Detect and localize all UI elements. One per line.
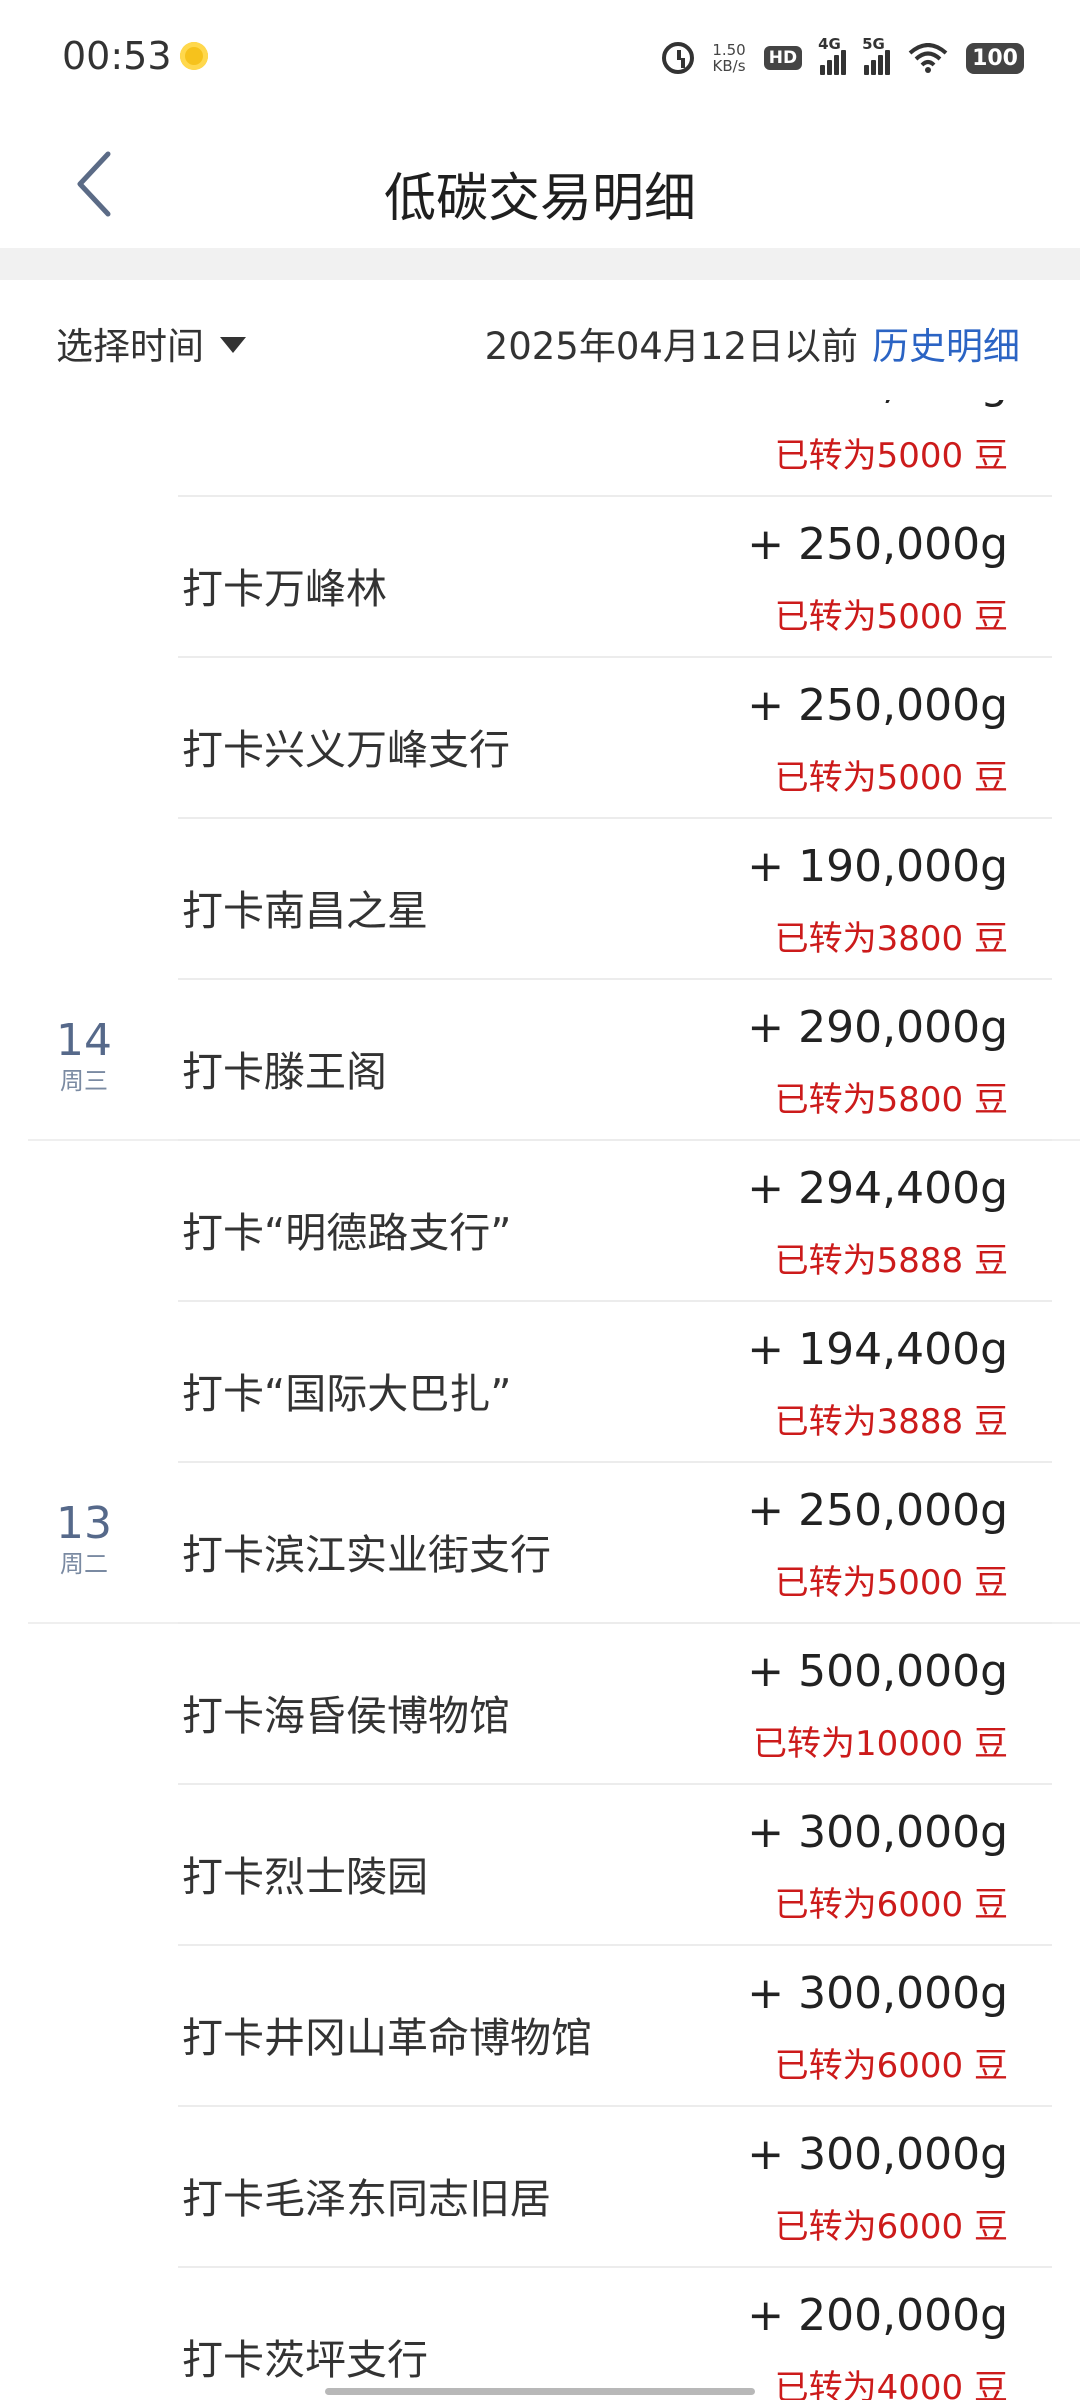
alarm-icon: [662, 42, 695, 74]
transaction-date: [28, 497, 140, 657]
filter-bar: 选择时间 2025年04月12日以前 历史明细: [0, 280, 1080, 400]
coin-notification-icon: [180, 42, 208, 70]
transaction-beans: 已转为5000 豆: [774, 597, 1008, 637]
transaction-title: 打卡“国际大巴扎”: [182, 1370, 512, 1418]
status-time: 00:53: [62, 34, 172, 78]
transaction-beans: 已转为3800 豆: [774, 919, 1008, 959]
transaction-row[interactable]: 打卡“国际大巴扎” + 194,400g 已转为3888 豆: [0, 1302, 1080, 1463]
status-icons: 1.50 KB/s HD 4G 5G 100: [662, 35, 1024, 80]
transaction-title: 打卡滕王阁: [182, 1048, 387, 1096]
transaction-amount: + 290,000g: [747, 1002, 1008, 1053]
transaction-title: 打卡毛泽东同志旧居: [182, 2175, 551, 2223]
transaction-date: [28, 2268, 140, 2400]
home-indicator[interactable]: [325, 2388, 755, 2395]
filter-summary: 2025年04月12日以前 历史明细: [485, 316, 1020, 370]
history-detail-link[interactable]: 历史明细: [872, 316, 1020, 370]
transaction-beans: 已转为6000 豆: [774, 1885, 1008, 1925]
transaction-title: 打卡烈士陵园: [182, 1853, 428, 1901]
transaction-title: 打卡南昌之星: [182, 887, 428, 935]
transaction-date: 14 周三: [28, 980, 140, 1140]
page-title: 低碳交易明细: [383, 169, 696, 229]
hd-voice-icon: HD: [763, 46, 803, 70]
transaction-row[interactable]: 打卡南昌之星 + 190,000g 已转为3800 豆: [0, 819, 1080, 980]
transaction-amount: + 194,400g: [747, 1324, 1008, 1375]
transaction-row[interactable]: 打卡烈士陵园 + 300,000g 已转为6000 豆: [0, 1785, 1080, 1946]
transaction-beans: 已转为6000 豆: [774, 2046, 1008, 2086]
transaction-row[interactable]: 打卡海昏侯博物馆 + 500,000g 已转为10000 豆: [0, 1624, 1080, 1785]
transaction-amount: + 300,000g: [747, 1807, 1008, 1858]
transaction-row[interactable]: 打卡万峰林 + 250,000g 已转为5000 豆: [0, 497, 1080, 658]
transaction-amount: + 250,000g: [747, 680, 1008, 731]
network-speed: 1.50 KB/s: [712, 42, 745, 74]
transaction-row[interactable]: 打卡“明德路支行” + 294,400g 已转为5888 豆: [0, 1141, 1080, 1302]
transaction-date: [28, 400, 140, 496]
transaction-row[interactable]: 打卡井冈山革命博物馆 + 300,000g 已转为6000 豆: [0, 1946, 1080, 2107]
transaction-amount: + 250,000g: [747, 519, 1008, 570]
transaction-date: [28, 1624, 140, 1784]
transaction-date-weekday: 周三: [60, 1067, 108, 1095]
transaction-date: [28, 1946, 140, 2106]
network-speed-value: 1.50: [712, 41, 746, 59]
battery-icon: 100: [966, 42, 1024, 74]
transaction-date: [28, 1785, 140, 1945]
transaction-amount: + 300,000g: [747, 2129, 1008, 2180]
transaction-title: 打卡滨江实业街支行: [182, 1531, 551, 1579]
transaction-beans: 已转为3888 豆: [774, 1402, 1008, 1442]
transaction-beans: 已转为5000 豆: [774, 436, 1008, 476]
transaction-date-day: 13: [56, 1498, 112, 1549]
transaction-date: [28, 819, 140, 979]
transaction-beans: 已转为10000 豆: [753, 1724, 1008, 1764]
wifi-icon: [908, 43, 948, 73]
header-divider: [0, 248, 1080, 280]
transaction-row[interactable]: 14 周三 打卡滕王阁 + 290,000g 已转为5800 豆: [0, 980, 1080, 1141]
transaction-amount: + 200,000g: [747, 2290, 1008, 2341]
transaction-date: [28, 658, 140, 818]
transaction-amount: + 250,000g: [747, 1485, 1008, 1536]
transaction-title: 打卡井冈山革命博物馆: [182, 2014, 592, 2062]
transaction-date: [28, 1302, 140, 1462]
filter-date-text: 2025年04月12日以前: [484, 325, 858, 368]
transaction-row[interactable]: + 250,000g 已转为5000 豆: [0, 400, 1080, 497]
transaction-title: 打卡“明德路支行”: [182, 1209, 512, 1257]
transaction-list[interactable]: + 250,000g已转为5000 豆打卡万峰林+ 250,000g已转为500…: [0, 400, 1080, 2400]
transaction-date-weekday: 周二: [60, 1550, 108, 1578]
transaction-date: [28, 1141, 140, 1301]
transaction-beans: 已转为5000 豆: [774, 758, 1008, 798]
transaction-amount: + 300,000g: [747, 1968, 1008, 2019]
transaction-date-day: 14: [56, 1015, 112, 1066]
transaction-title: 打卡万峰林: [182, 565, 387, 613]
transaction-amount: + 500,000g: [747, 1646, 1008, 1697]
transaction-amount: + 190,000g: [747, 841, 1008, 892]
time-select-dropdown[interactable]: 选择时间: [56, 316, 246, 370]
caret-down-icon: [220, 337, 246, 353]
transaction-beans: 已转为4000 豆: [774, 2368, 1008, 2400]
status-bar: 00:53 1.50 KB/s HD 4G 5G 100: [0, 0, 1080, 118]
transaction-amount: + 250,000g: [747, 400, 1008, 409]
transaction-date: 13 周二: [28, 1463, 140, 1623]
transaction-title: 打卡兴义万峰支行: [182, 726, 510, 774]
network-speed-unit: KB/s: [712, 57, 746, 75]
transaction-beans: 已转为5888 豆: [774, 1241, 1008, 1281]
transaction-amount: + 294,400g: [747, 1163, 1008, 1214]
app-header: 低碳交易明细: [0, 118, 1080, 248]
transaction-title: 打卡海昏侯博物馆: [182, 1692, 510, 1740]
transaction-beans: 已转为6000 豆: [774, 2207, 1008, 2247]
transaction-date: [28, 2107, 140, 2267]
transaction-row[interactable]: 打卡茨坪支行 + 200,000g 已转为4000 豆: [0, 2268, 1080, 2400]
transaction-row[interactable]: 13 周二 打卡滨江实业街支行 + 250,000g 已转为5000 豆: [0, 1463, 1080, 1624]
signal-4g-icon: 4G: [818, 35, 847, 75]
transaction-beans: 已转为5000 豆: [774, 1563, 1008, 1603]
transaction-title: 打卡茨坪支行: [182, 2336, 428, 2384]
transaction-beans: 已转为5800 豆: [774, 1080, 1008, 1120]
transaction-row[interactable]: 打卡毛泽东同志旧居 + 300,000g 已转为6000 豆: [0, 2107, 1080, 2268]
signal-5g-icon: 5G: [862, 35, 891, 75]
transaction-row[interactable]: 打卡兴义万峰支行 + 250,000g 已转为5000 豆: [0, 658, 1080, 819]
time-select-label: 选择时间: [56, 325, 204, 368]
